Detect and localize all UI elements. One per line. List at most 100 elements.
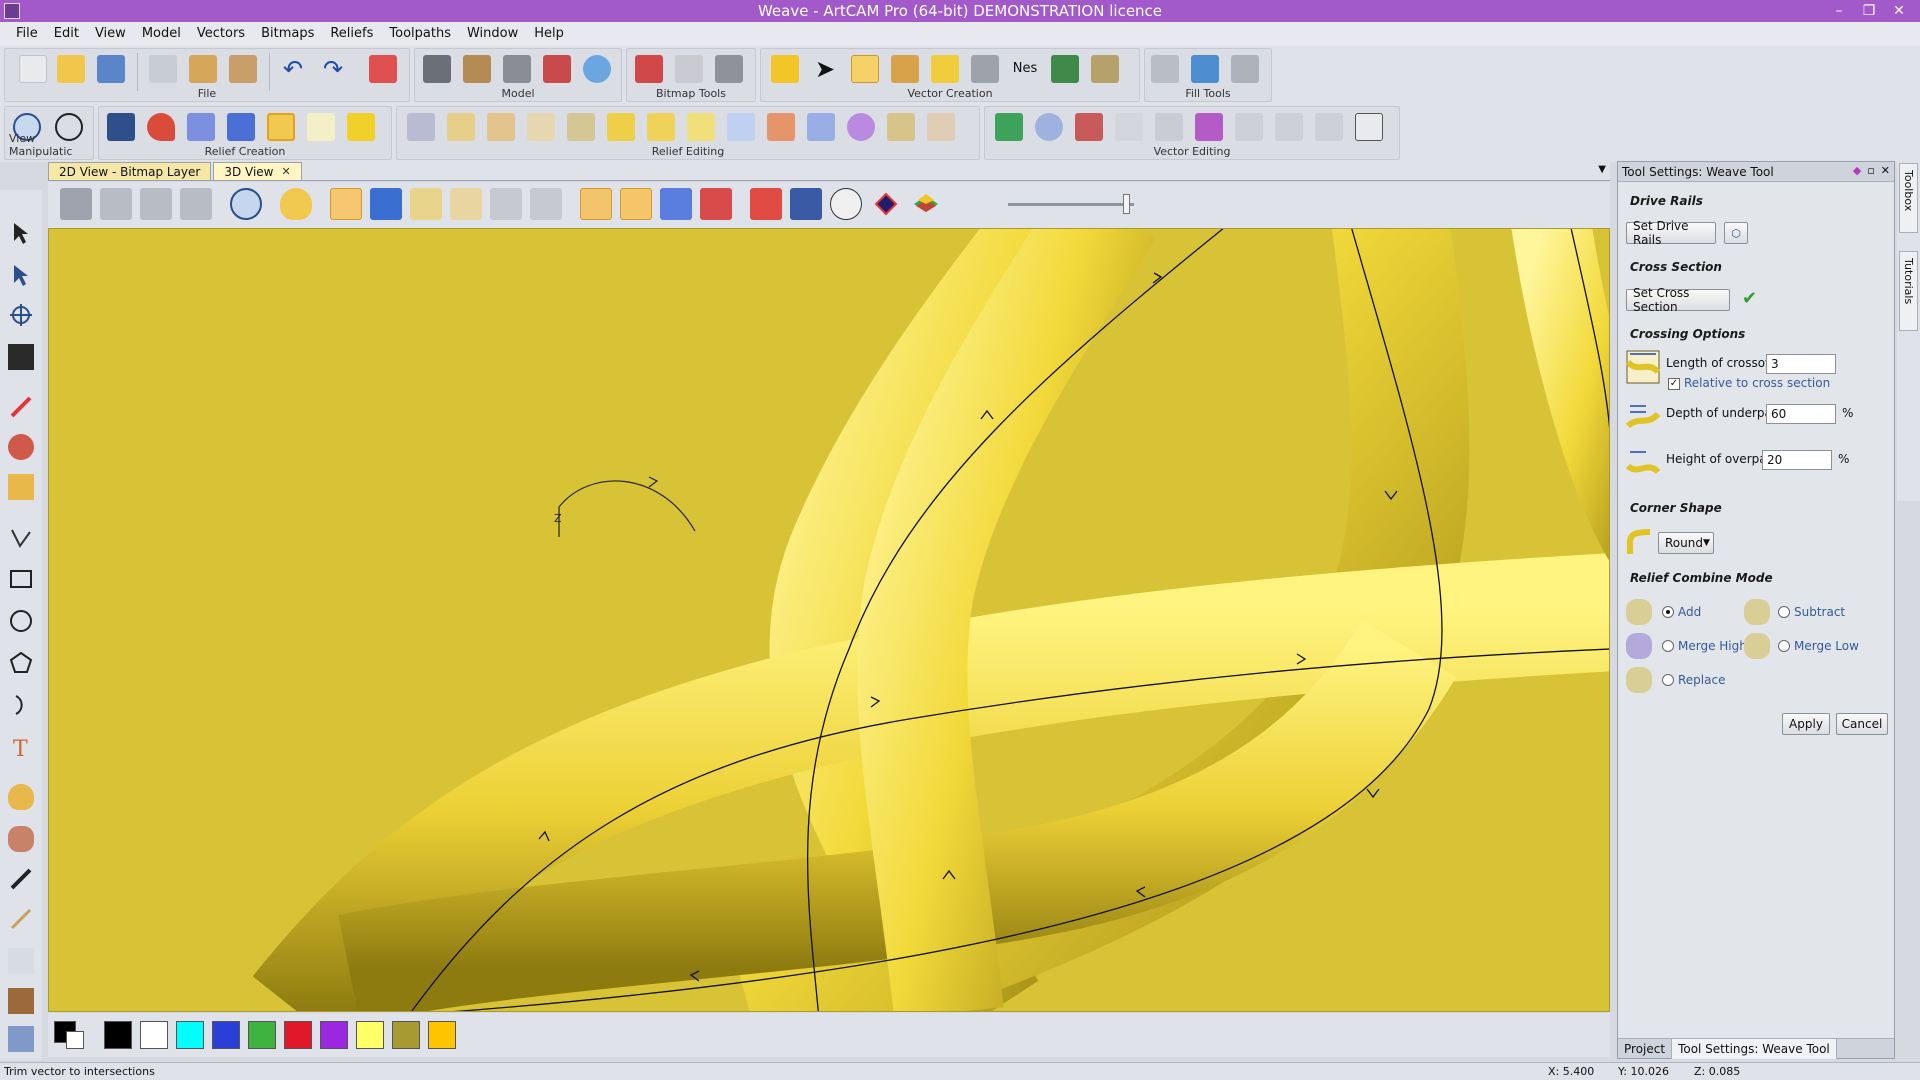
relief-sculpt-icon[interactable] xyxy=(767,113,795,141)
drive-rails-options-button[interactable]: ⬡ xyxy=(1724,222,1748,244)
pen-icon[interactable] xyxy=(8,866,34,892)
relief-layers-icon[interactable] xyxy=(107,113,135,141)
curve-tool-icon[interactable] xyxy=(891,55,919,83)
relief-height-icon[interactable] xyxy=(607,113,635,141)
vector-layer-icon[interactable] xyxy=(1091,55,1119,83)
eraser-icon[interactable] xyxy=(8,948,34,974)
color-swatch-cyan[interactable] xyxy=(176,1021,204,1049)
bitmap-wand-icon[interactable] xyxy=(715,55,743,83)
panel-close-icon[interactable]: ✕ xyxy=(1881,164,1890,177)
secondary-color-swatch[interactable] xyxy=(66,1031,84,1049)
relief-plane-icon[interactable] xyxy=(407,113,435,141)
merge-low-radio[interactable] xyxy=(1778,640,1790,652)
relief-smooth-icon[interactable] xyxy=(647,113,675,141)
polyline-icon[interactable] xyxy=(8,524,34,550)
arc-icon[interactable] xyxy=(8,692,34,718)
relief-wrap-icon[interactable] xyxy=(727,113,755,141)
tab-3d-view[interactable]: 3D View ✕ xyxy=(213,162,302,180)
text-tool-icon[interactable]: T xyxy=(8,734,34,762)
color-swatch-purple[interactable] xyxy=(320,1021,348,1049)
brush-tool-icon[interactable] xyxy=(8,906,34,932)
menu-model[interactable]: Model xyxy=(134,22,189,46)
model-paint-icon[interactable] xyxy=(543,55,571,83)
set-cross-section-button[interactable]: Set Cross Section xyxy=(1626,286,1730,314)
vector-waves-icon[interactable] xyxy=(1075,113,1103,141)
color-swatch-white[interactable] xyxy=(140,1021,168,1049)
zoom-slider-thumb[interactable] xyxy=(1123,194,1130,214)
relief-slice-icon[interactable] xyxy=(887,113,915,141)
bitmap-fill-icon[interactable] xyxy=(675,55,703,83)
artcam-app-icon[interactable] xyxy=(4,3,20,19)
show-plane-icon[interactable] xyxy=(660,188,692,220)
model-size-icon[interactable] xyxy=(423,55,451,83)
cancel-button[interactable]: Cancel xyxy=(1836,713,1888,735)
drop-icon[interactable] xyxy=(8,784,34,810)
fill-network-icon[interactable] xyxy=(1231,55,1259,83)
show-vectors-icon[interactable] xyxy=(580,188,612,220)
menu-bitmaps[interactable]: Bitmaps xyxy=(253,22,322,46)
polygon-icon[interactable] xyxy=(8,650,34,676)
edit-pencil-icon[interactable] xyxy=(369,55,397,83)
toolbox-side-tab[interactable]: Toolbox xyxy=(1899,163,1918,233)
tutorials-side-tab[interactable]: Tutorials xyxy=(1899,251,1918,331)
length-of-crossover-input[interactable]: 3 xyxy=(1766,354,1836,374)
3d-viewport[interactable]: Z xyxy=(48,228,1610,1012)
tab-tool-settings[interactable]: Tool Settings: Weave Tool xyxy=(1671,1038,1837,1059)
paste-icon[interactable] xyxy=(229,55,257,83)
shape-editor-icon[interactable] xyxy=(147,113,175,141)
toolpath-preview-icon[interactable] xyxy=(410,188,442,220)
show-relief-icon[interactable] xyxy=(700,188,732,220)
height-of-overpass-input[interactable]: 20 xyxy=(1762,450,1832,470)
color-swatch-gold[interactable] xyxy=(428,1021,456,1049)
menu-view[interactable]: View xyxy=(87,22,134,46)
model-3d-icon[interactable] xyxy=(503,55,531,83)
spin-relief-icon[interactable] xyxy=(347,113,375,141)
relief-texture-icon[interactable] xyxy=(687,113,715,141)
add-radio[interactable] xyxy=(1662,606,1674,618)
redo-icon[interactable]: ↷ xyxy=(319,55,347,83)
wrench-icon[interactable] xyxy=(8,1026,34,1052)
corner-shape-select[interactable]: Round ▼ xyxy=(1658,532,1714,554)
replace-radio[interactable] xyxy=(1662,674,1674,686)
select-arrow-icon[interactable] xyxy=(8,220,34,246)
star-pointer-icon[interactable] xyxy=(771,55,799,83)
star-relief-icon[interactable] xyxy=(187,113,215,141)
cut-icon[interactable] xyxy=(149,55,177,83)
texture-grid-icon[interactable] xyxy=(1051,55,1079,83)
vector-chamfer-icon[interactable] xyxy=(1315,113,1343,141)
relief-mirror-icon[interactable] xyxy=(807,113,835,141)
relief-eraser-icon[interactable] xyxy=(927,113,955,141)
render-shaded-icon[interactable] xyxy=(530,188,562,220)
menu-file[interactable]: File xyxy=(8,22,46,46)
render-grey-icon[interactable] xyxy=(490,188,522,220)
draw-relief-icon[interactable] xyxy=(330,188,362,220)
tab-list-chevron-icon[interactable]: ▼ xyxy=(1598,164,1606,175)
merge-high-radio[interactable] xyxy=(1662,640,1674,652)
diamond-icon[interactable] xyxy=(870,188,902,220)
iso-view-icon[interactable] xyxy=(60,188,92,220)
vector-fit-icon[interactable] xyxy=(1355,113,1383,141)
weave-tool-icon[interactable] xyxy=(267,113,295,141)
arrow-vector-icon[interactable]: ➤ xyxy=(811,55,839,83)
vector-shape-icon[interactable] xyxy=(931,55,959,83)
color-swatch-black[interactable] xyxy=(104,1021,132,1049)
restore-button[interactable]: ❐ xyxy=(1854,0,1884,22)
rectangle-icon[interactable] xyxy=(8,566,34,592)
vector-arc-icon[interactable] xyxy=(1275,113,1303,141)
transform-icon[interactable] xyxy=(8,302,34,328)
circle-icon[interactable] xyxy=(8,608,34,634)
pencil-icon[interactable] xyxy=(8,394,34,420)
open-folder-icon[interactable] xyxy=(57,55,85,83)
close-button[interactable]: ✕ xyxy=(1884,0,1914,22)
color-swatch-green[interactable] xyxy=(248,1021,276,1049)
menu-window[interactable]: Window xyxy=(459,22,526,46)
fill-wave-icon[interactable] xyxy=(1191,55,1219,83)
relief-bumps-icon[interactable] xyxy=(847,113,875,141)
depth-of-underpass-input[interactable]: 60 xyxy=(1766,404,1836,424)
relief-tilt-icon[interactable] xyxy=(527,113,555,141)
apply-button[interactable]: Apply xyxy=(1782,713,1830,735)
color-swatch-blue[interactable] xyxy=(212,1021,240,1049)
trim-vector-icon[interactable] xyxy=(851,55,879,83)
fill-dots-icon[interactable] xyxy=(1151,55,1179,83)
zoom-slider-track[interactable] xyxy=(1008,203,1134,206)
